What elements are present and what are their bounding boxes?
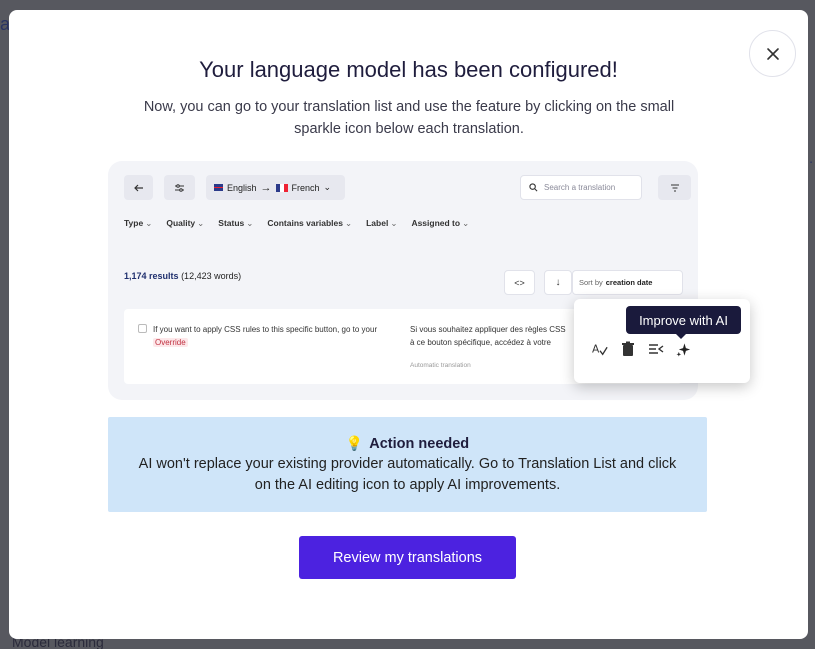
background-dot: . — [809, 150, 813, 166]
back-button — [124, 175, 153, 200]
sliders-icon — [175, 183, 184, 192]
uk-flag-icon — [214, 184, 223, 191]
lang-arrow: → — [260, 181, 272, 194]
filter-assigned-to: Assigned to ⌄ — [411, 218, 470, 228]
suggestion-icon — [648, 341, 664, 357]
modal-title: Your language model has been configured! — [199, 57, 618, 82]
action-needed-notice: 💡 Action needed AI won't replace your ex… — [108, 417, 707, 512]
improve-with-ai-tooltip: Improve with AI — [626, 306, 741, 339]
filter-label: Label ⌄ — [366, 218, 398, 228]
svg-text:A: A — [592, 343, 600, 356]
trash-icon — [620, 341, 636, 357]
notice-title: Action needed — [369, 435, 470, 452]
sort-direction-button: ↓ — [544, 270, 572, 295]
lightbulb-icon: 💡 — [345, 435, 364, 451]
source-language: English — [227, 182, 257, 193]
modal-subtitle: Now, you can go to your translation list… — [143, 99, 675, 137]
filter-status: Status ⌄ — [218, 218, 254, 228]
filter-icon — [670, 183, 679, 192]
spellcheck-icon: A — [592, 341, 608, 357]
settings-button — [164, 175, 195, 200]
search-placeholder: Search a translation — [544, 183, 616, 192]
configured-modal: Your language model has been configured!… — [9, 10, 808, 639]
language-selector: English → French ⌄ — [206, 175, 345, 200]
sparkle-icon — [676, 341, 692, 357]
search-input: Search a translation — [520, 175, 642, 200]
target-text: Si vous souhaitez appliquer des règles C… — [410, 323, 570, 349]
automatic-translation-label: Automatic translation — [410, 362, 471, 369]
chevron-down-icon: ⌄ — [323, 182, 332, 192]
fr-flag-icon — [275, 183, 288, 192]
results-count: 1,174 results (12,423 words) — [124, 271, 242, 281]
source-text: If you want to apply CSS rules to this s… — [153, 325, 378, 347]
sort-selector: Sort by creation date — [572, 270, 683, 295]
row-checkbox — [138, 324, 147, 333]
filter-type: Type ⌄ — [124, 218, 153, 228]
target-language: French — [291, 182, 320, 193]
filter-button — [658, 175, 691, 200]
notice-body: AI won't replace your existing provider … — [138, 456, 677, 493]
filter-bar: Type ⌄ Quality ⌄ Status ⌄ Contains variable… — [124, 218, 469, 229]
review-translations-button[interactable]: Review my translations — [299, 536, 516, 579]
filter-quality: Quality ⌄ — [166, 218, 205, 228]
search-icon — [529, 183, 538, 192]
preview-screenshot: English → French ⌄ Search a translation … — [108, 161, 750, 400]
arrow-left-icon — [133, 184, 143, 191]
code-toggle-button: <> — [504, 270, 535, 295]
filter-contains-variables: Contains variables ⌄ — [267, 218, 353, 228]
